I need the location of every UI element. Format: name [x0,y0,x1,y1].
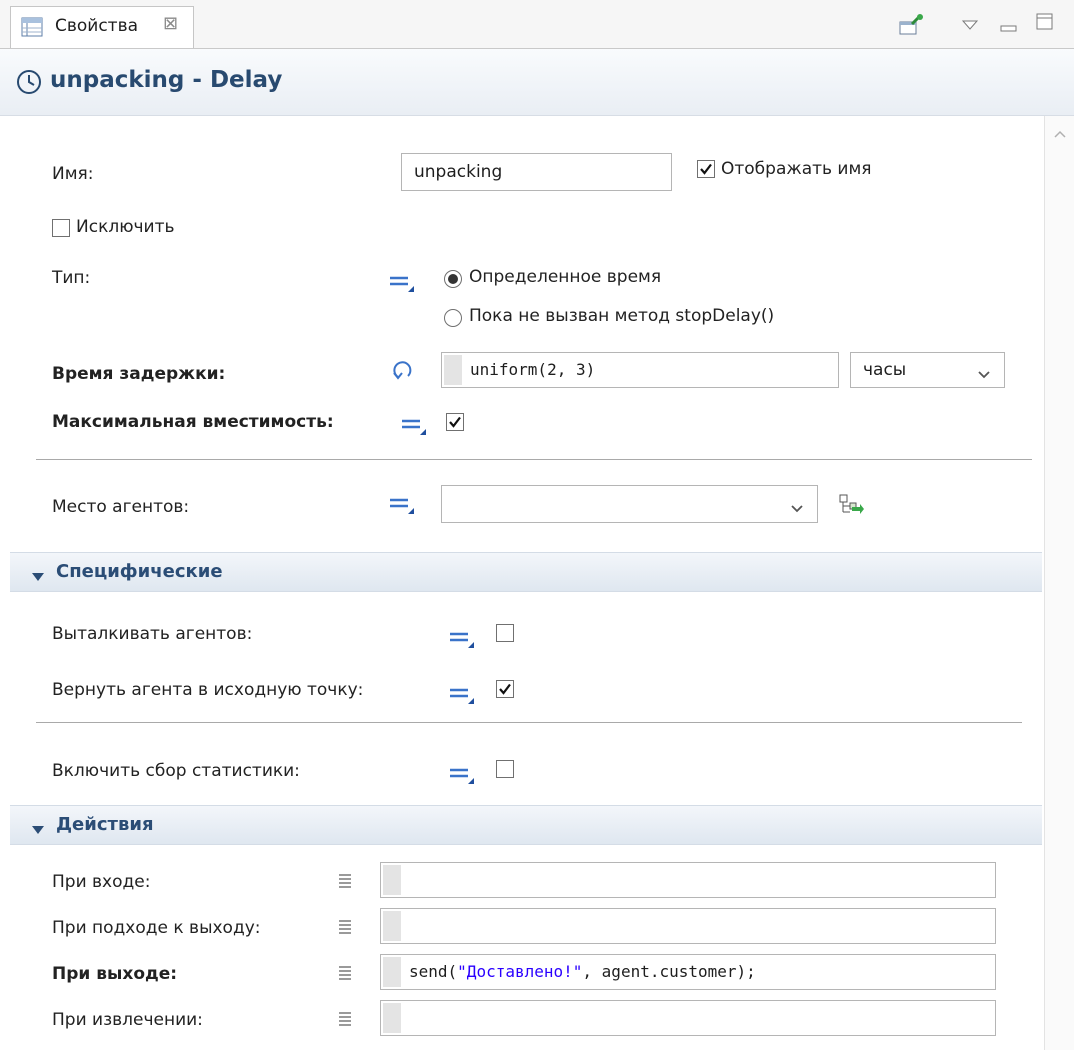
tab-label: Свойства [55,16,139,36]
collapse-triangle-icon[interactable] [32,567,44,587]
on-exit-code-prefix: send( [409,962,458,981]
static-value-icon[interactable] [448,764,476,791]
code-icon [338,872,352,895]
return-agent-checkbox[interactable] [496,680,514,698]
agent-location-select[interactable] [441,485,818,523]
delay-time-gutter [444,355,462,385]
minimize-icon[interactable] [1000,18,1018,38]
on-enter-gutter [383,865,401,895]
section-specific-title: Специфические [56,561,223,582]
on-at-exit-editor[interactable] [380,908,996,944]
delay-time-value: uniform(2, 3) [470,360,596,379]
exclude-checkbox[interactable] [52,219,70,237]
static-value-icon[interactable] [388,494,416,521]
delay-unit-select[interactable]: часы [850,352,1005,388]
type-label: Тип: [52,268,91,288]
max-capacity-checkbox[interactable] [446,413,464,431]
separator [36,459,1032,460]
static-value-icon[interactable] [400,415,428,442]
name-input[interactable]: unpacking [401,153,672,191]
name-label: Имя: [52,164,94,184]
static-value-icon[interactable] [388,272,416,299]
on-exit-editor[interactable]: send("Доставлено!", agent.customer); [380,954,996,990]
code-icon [338,918,352,941]
on-at-exit-label: При подходе к выходу: [52,918,261,938]
on-enter-editor[interactable] [380,862,996,898]
on-remove-gutter [383,1003,401,1033]
collect-stats-label: Включить сбор статистики: [52,761,300,781]
name-input-value: unpacking [414,162,503,182]
on-remove-label: При извлечении: [52,1010,203,1030]
type-radio-fixed[interactable] [444,270,462,288]
delay-unit-value: часы [863,360,907,380]
location-picker-icon[interactable] [838,492,864,523]
type-option-fixed-label: Определенное время [469,267,662,287]
max-capacity-label: Максимальная вместимость: [52,412,334,432]
page-title: unpacking - Delay [50,67,283,93]
section-actions[interactable]: Действия [10,805,1042,845]
on-exit-code: send("Доставлено!", agent.customer); [409,962,756,981]
vertical-scrollbar[interactable] [1044,116,1074,1050]
maximize-icon[interactable] [1036,13,1054,36]
delay-time-label: Время задержки: [52,364,226,384]
on-enter-label: При входе: [52,872,151,892]
section-actions-title: Действия [56,814,154,835]
on-exit-code-string: "Доставлено!" [457,962,583,981]
tab-properties[interactable]: Свойства ⊠ [10,6,194,48]
code-icon [338,1010,352,1033]
agent-location-label: Место агентов: [52,497,190,517]
type-radio-until-stop[interactable] [444,309,462,327]
close-icon[interactable]: ⊠ [163,13,178,34]
separator [36,722,1022,723]
on-at-exit-gutter [383,911,401,941]
on-remove-editor[interactable] [380,1000,996,1036]
static-value-icon[interactable] [448,628,476,655]
show-name-checkbox[interactable] [697,160,715,178]
on-exit-gutter [383,957,401,987]
push-agents-checkbox[interactable] [496,624,514,642]
static-value-icon[interactable] [448,684,476,711]
code-icon [338,964,352,987]
properties-icon [21,17,43,42]
on-exit-code-suffix: , agent.customer); [582,962,756,981]
view-tab-bar: Свойства ⊠ [0,0,1074,49]
dropdown-arrow-icon [977,365,991,385]
on-exit-label: При выходе: [52,964,178,984]
show-name-label: Отображать имя [721,159,872,179]
dynamic-value-icon[interactable] [388,360,416,389]
scroll-up-icon[interactable] [1053,124,1067,144]
type-option-until-stop-label: Пока не вызван метод stopDelay() [469,306,775,326]
section-specific[interactable]: Специфические [10,552,1042,592]
return-agent-label: Вернуть агента в исходную точку: [52,680,364,700]
delay-time-input[interactable]: uniform(2, 3) [441,352,839,388]
dropdown-arrow-icon [790,499,804,519]
clock-icon [16,69,42,100]
properties-header: unpacking - Delay [0,49,1074,116]
push-agents-label: Выталкивать агентов: [52,624,253,644]
collapse-triangle-icon[interactable] [32,820,44,840]
pin-icon[interactable] [898,14,924,41]
view-menu-icon[interactable] [961,16,979,36]
exclude-label: Исключить [76,217,175,237]
collect-stats-checkbox[interactable] [496,760,514,778]
